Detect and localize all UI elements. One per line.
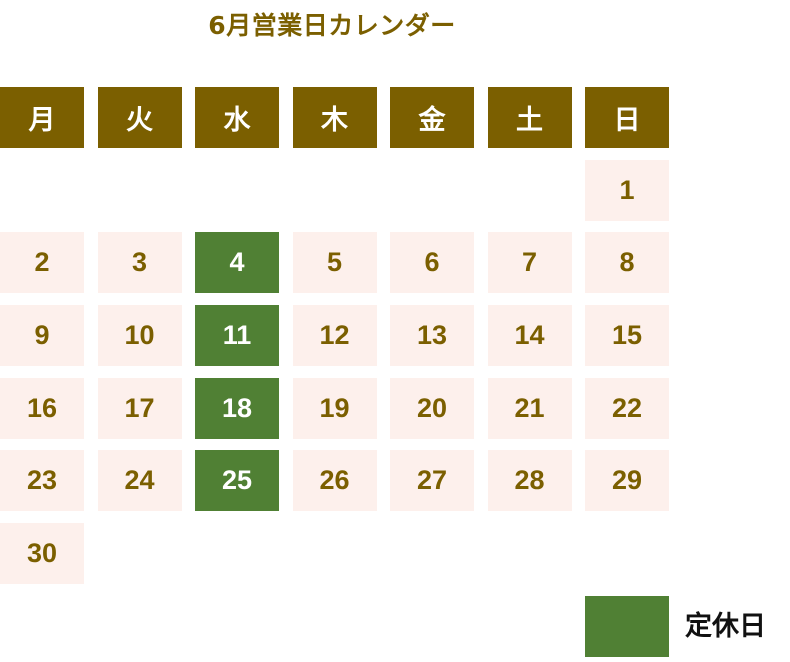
day-cell: 27 bbox=[390, 450, 474, 512]
day-cell-holiday: 18 bbox=[195, 377, 279, 439]
empty-cell bbox=[195, 523, 279, 584]
day-cell-holiday: 25 bbox=[195, 450, 279, 512]
day-cell: 24 bbox=[97, 450, 182, 512]
calendar-grid: 月 火 水 木 金 土 日 1 2 3 4 5 6 7 8 9 10 11 12 13 14 15 16 17 1… bbox=[0, 87, 669, 585]
empty-cell bbox=[293, 523, 377, 584]
day-cell: 26 bbox=[292, 450, 377, 512]
day-cell: 21 bbox=[487, 377, 572, 439]
empty-cell bbox=[585, 523, 669, 584]
weekday-header-sun: 日 bbox=[585, 87, 669, 148]
day-cell: 5 bbox=[292, 232, 377, 294]
day-cell: 13 bbox=[390, 305, 474, 367]
day-cell: 12 bbox=[292, 305, 377, 367]
day-cell: 28 bbox=[487, 450, 572, 512]
day-cell: 6 bbox=[390, 232, 474, 294]
legend-holiday-swatch bbox=[585, 596, 669, 657]
weekday-header-fri: 金 bbox=[390, 87, 474, 148]
day-cell: 3 bbox=[97, 232, 182, 294]
day-cell: 8 bbox=[585, 232, 669, 294]
empty-cell bbox=[488, 160, 572, 221]
legend-holiday-label: 定休日 bbox=[685, 611, 766, 642]
day-cell: 17 bbox=[97, 377, 182, 439]
day-cell: 2 bbox=[0, 232, 84, 294]
empty-cell bbox=[98, 160, 182, 221]
day-cell: 30 bbox=[0, 523, 84, 585]
weekday-header-mon: 月 bbox=[0, 87, 84, 148]
day-cell: 1 bbox=[585, 159, 669, 221]
weekday-header-thu: 木 bbox=[292, 87, 377, 148]
day-cell: 23 bbox=[0, 450, 84, 512]
day-cell: 20 bbox=[390, 377, 474, 439]
day-cell: 19 bbox=[292, 377, 377, 439]
weekday-header-sat: 土 bbox=[487, 87, 572, 148]
day-cell: 22 bbox=[585, 377, 669, 439]
day-cell: 29 bbox=[585, 450, 669, 512]
empty-cell bbox=[195, 160, 279, 221]
day-cell: 7 bbox=[487, 232, 572, 294]
day-cell: 10 bbox=[97, 305, 182, 367]
empty-cell bbox=[390, 160, 474, 221]
weekday-header-wed: 水 bbox=[195, 87, 279, 148]
empty-cell bbox=[488, 523, 572, 584]
day-cell: 14 bbox=[487, 305, 572, 367]
weekday-header-tue: 火 bbox=[97, 87, 182, 148]
calendar-title: 6月営業日カレンダー bbox=[208, 11, 456, 40]
empty-cell bbox=[98, 523, 182, 584]
empty-cell bbox=[293, 160, 377, 221]
day-cell: 16 bbox=[0, 377, 84, 439]
day-cell-holiday: 11 bbox=[195, 305, 279, 367]
day-cell: 15 bbox=[585, 305, 669, 367]
day-cell-holiday: 4 bbox=[195, 232, 279, 294]
empty-cell bbox=[390, 523, 474, 584]
empty-cell bbox=[0, 160, 84, 221]
day-cell: 9 bbox=[0, 305, 84, 367]
